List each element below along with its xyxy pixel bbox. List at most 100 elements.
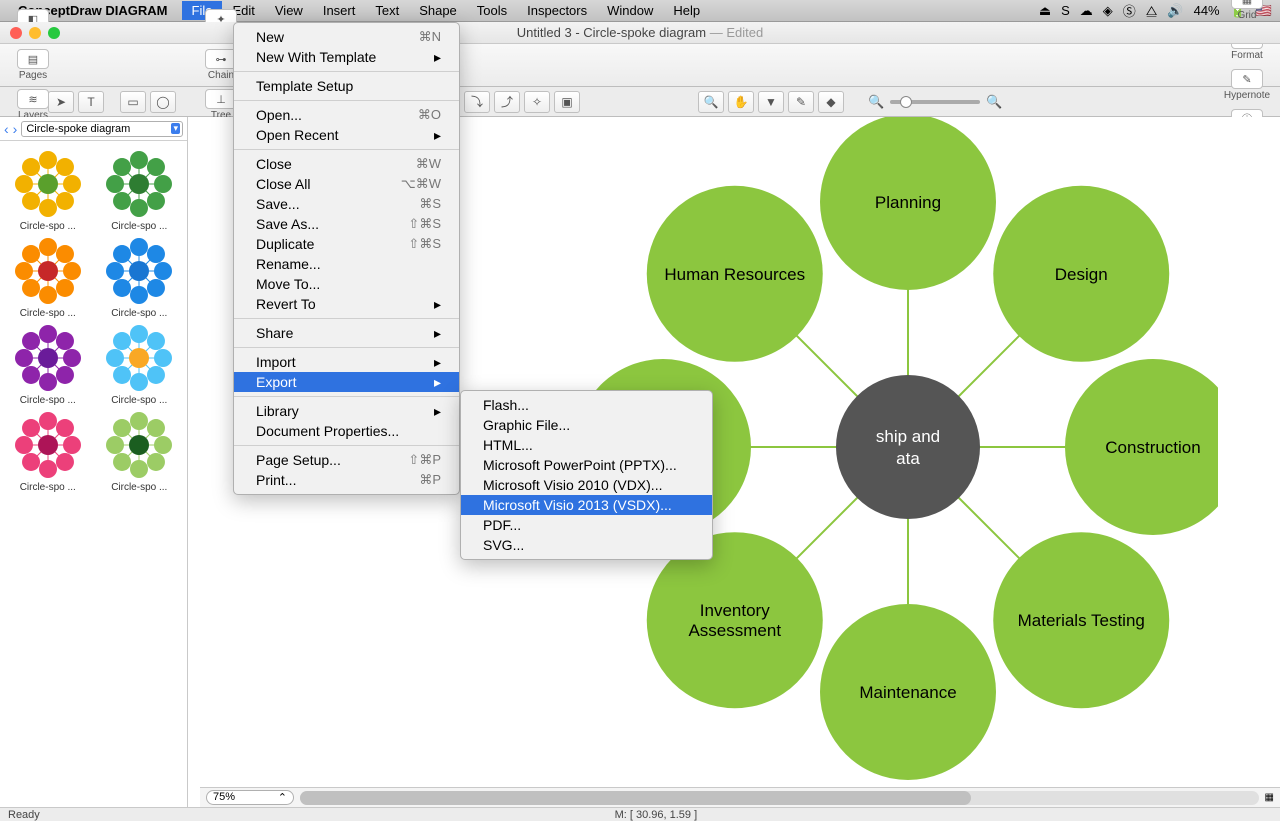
volume-icon[interactable]: 🔊 [1167,3,1183,19]
edited-indicator: — Edited [706,25,763,40]
svg-text:ata: ata [896,449,920,468]
battery-percent[interactable]: 44% [1194,3,1220,18]
zoom-in-icon[interactable]: 🔍 [986,94,1002,110]
menu-text[interactable]: Text [365,1,409,20]
library-shape-thumb[interactable]: Circle-spo ... [96,410,184,493]
menu-window[interactable]: Window [597,1,663,20]
main-toolbar: ◧Solutions▤Pages≋Layers ↻rt✦Rapid Draw⊶C… [0,44,1280,87]
library-shape-thumb[interactable]: Circle-spo ... [96,149,184,232]
library-sidebar: ‹ › Circle-spoke diagram Circle-spo ...C… [0,117,188,807]
close-window-button[interactable] [10,27,22,39]
menu-shape[interactable]: Shape [409,1,467,20]
cloud-icon[interactable]: ☁ [1080,3,1093,19]
menu-item-save-[interactable]: Save...⌘S [234,194,459,214]
status-icon[interactable]: ⏏ [1039,3,1051,19]
eyedropper-tool[interactable]: ✎ [788,91,814,113]
menu-inspectors[interactable]: Inspectors [517,1,597,20]
menu-item-open-recent[interactable]: Open Recent▸ [234,125,459,145]
stamp-tool[interactable]: ▼ [758,91,784,113]
menu-item-open-[interactable]: Open...⌘O [234,105,459,125]
svg-text:ship and: ship and [876,427,940,446]
library-shape-thumb[interactable]: Circle-spo ... [4,323,92,406]
text-tool[interactable]: T [78,91,104,113]
scrollbar-thumb[interactable] [300,791,971,805]
menu-item-microsoft-powerpoint-pptx-[interactable]: Microsoft PowerPoint (PPTX)... [461,455,712,475]
zoom-select[interactable]: 75%⌃ [206,790,294,805]
library-shape-thumb[interactable]: Circle-spo ... [4,149,92,232]
menu-item-new[interactable]: New⌘N [234,27,459,47]
library-shape-thumb[interactable]: Circle-spo ... [96,323,184,406]
connector-tool-4[interactable]: ✧ [524,91,550,113]
zoom-tool[interactable]: 🔍 [698,91,724,113]
status-icon[interactable]: S [1061,3,1070,18]
menu-item-revert-to[interactable]: Revert To▸ [234,294,459,314]
toolbar-pages[interactable]: ▤Pages [6,45,60,85]
menu-tools[interactable]: Tools [467,1,517,20]
canvas-footer: 75%⌃ ▦ [200,787,1280,807]
zoom-window-button[interactable] [48,27,60,39]
system-menubar: ConceptDraw DIAGRAM FileEditViewInsertTe… [0,0,1280,22]
menu-item-document-properties-[interactable]: Document Properties... [234,421,459,441]
menu-item-new-with-template[interactable]: New With Template▸ [234,47,459,67]
clipboard-tool[interactable]: ▣ [554,91,580,113]
ellipse-tool[interactable]: ◯ [150,91,176,113]
menu-item-print-[interactable]: Print...⌘P [234,470,459,490]
library-shape-thumb[interactable]: Circle-spo ... [4,410,92,493]
svg-text:Materials Testing: Materials Testing [1018,611,1145,630]
pan-tool[interactable]: ✋ [728,91,754,113]
menu-item-move-to-[interactable]: Move To... [234,274,459,294]
menu-item-flash-[interactable]: Flash... [461,395,712,415]
menu-item-close[interactable]: Close⌘W [234,154,459,174]
toolbar-hypernote[interactable]: ✎Hypernote [1220,65,1274,105]
menu-item-template-setup[interactable]: Template Setup [234,76,459,96]
library-selector[interactable]: Circle-spoke diagram [21,121,183,137]
menu-item-pdf-[interactable]: PDF... [461,515,712,535]
status-icon[interactable]: ◈ [1103,3,1113,19]
svg-text:Inventory: Inventory [700,601,770,620]
nav-forward-icon[interactable]: › [13,121,18,137]
tools-toolbar: ➤ T ▭ ◯ ↘ ⤵ ⤴ ✧ ▣ 🔍 ✋ ▼ ✎ ◆ 🔍 🔍 [0,87,1280,117]
menu-item-rename-[interactable]: Rename... [234,254,459,274]
zoom-slider: 🔍 🔍 [868,94,1002,110]
traffic-lights [10,27,60,39]
menu-item-export[interactable]: Export▸ [234,372,459,392]
menu-view[interactable]: View [265,1,313,20]
svg-text:Maintenance: Maintenance [859,683,956,702]
menu-item-svg-[interactable]: SVG... [461,535,712,555]
menu-insert[interactable]: Insert [313,1,366,20]
menu-help[interactable]: Help [663,1,710,20]
library-shape-thumb[interactable]: Circle-spo ... [4,236,92,319]
wifi-icon[interactable]: ⧋ [1146,3,1158,19]
page-indicator-icon[interactable]: ▦ [1265,792,1274,803]
menu-item-microsoft-visio-vsdx-[interactable]: Microsoft Visio 2013 (VSDX)... [461,495,712,515]
menu-item-save-as-[interactable]: Save As...⇧⌘S [234,214,459,234]
zoom-slider-track[interactable] [890,100,980,104]
menu-item-import[interactable]: Import▸ [234,352,459,372]
menu-item-graphic-file-[interactable]: Graphic File... [461,415,712,435]
rectangle-tool[interactable]: ▭ [120,91,146,113]
menu-item-page-setup-[interactable]: Page Setup...⇧⌘P [234,450,459,470]
connector-tool-2[interactable]: ⤵ [464,91,490,113]
svg-text:Assessment: Assessment [688,621,781,640]
highlighter-tool[interactable]: ◆ [818,91,844,113]
skype-icon[interactable]: Ⓢ [1123,1,1136,20]
menu-item-share[interactable]: Share▸ [234,323,459,343]
connector-tool-3[interactable]: ⤴ [494,91,520,113]
menu-item-close-all[interactable]: Close All⌥⌘W [234,174,459,194]
menu-item-microsoft-visio-vdx-[interactable]: Microsoft Visio 2010 (VDX)... [461,475,712,495]
nav-back-icon[interactable]: ‹ [4,121,9,137]
svg-text:Planning: Planning [875,193,941,212]
status-coordinates: M: [ 30.96, 1.59 ] [615,809,698,821]
menu-item-html-[interactable]: HTML... [461,435,712,455]
menu-item-duplicate[interactable]: Duplicate⇧⌘S [234,234,459,254]
menu-item-library[interactable]: Library▸ [234,401,459,421]
zoom-slider-thumb[interactable] [900,96,912,108]
status-ready: Ready [8,809,40,821]
horizontal-scrollbar[interactable] [300,791,1259,805]
svg-text:Design: Design [1055,265,1108,284]
minimize-window-button[interactable] [29,27,41,39]
library-shape-thumb[interactable]: Circle-spo ... [96,236,184,319]
window-titlebar: Untitled 3 - Circle-spoke diagram — Edit… [0,22,1280,44]
pointer-tool[interactable]: ➤ [48,91,74,113]
zoom-out-icon[interactable]: 🔍 [868,94,884,110]
